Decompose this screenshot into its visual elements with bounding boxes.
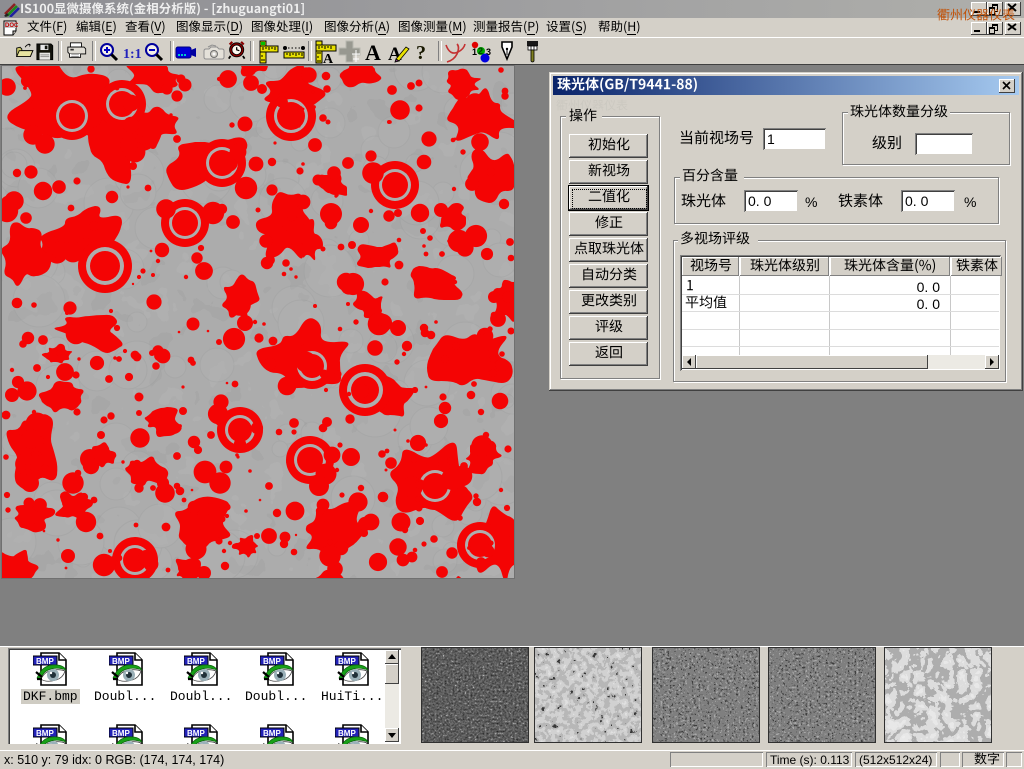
svg-text:BMP: BMP bbox=[112, 657, 130, 666]
svg-text:BMP: BMP bbox=[187, 729, 205, 738]
svg-text:BMP: BMP bbox=[263, 657, 281, 666]
svg-text:?: ? bbox=[416, 42, 426, 63]
svg-text:BMP: BMP bbox=[187, 657, 205, 666]
svg-text:BMP: BMP bbox=[338, 729, 356, 738]
svg-text:DOC: DOC bbox=[5, 23, 19, 29]
svg-text:A: A bbox=[365, 41, 381, 63]
svg-text:BMP: BMP bbox=[36, 657, 54, 666]
svg-text:BMP: BMP bbox=[112, 729, 130, 738]
svg-text:BMP: BMP bbox=[338, 657, 356, 666]
svg-text:1: 1 bbox=[472, 47, 477, 57]
svg-text:BMP: BMP bbox=[36, 729, 54, 738]
svg-text:1:1: 1:1 bbox=[123, 47, 142, 62]
svg-text:BMP: BMP bbox=[263, 729, 281, 738]
svg-text:A: A bbox=[323, 52, 334, 64]
